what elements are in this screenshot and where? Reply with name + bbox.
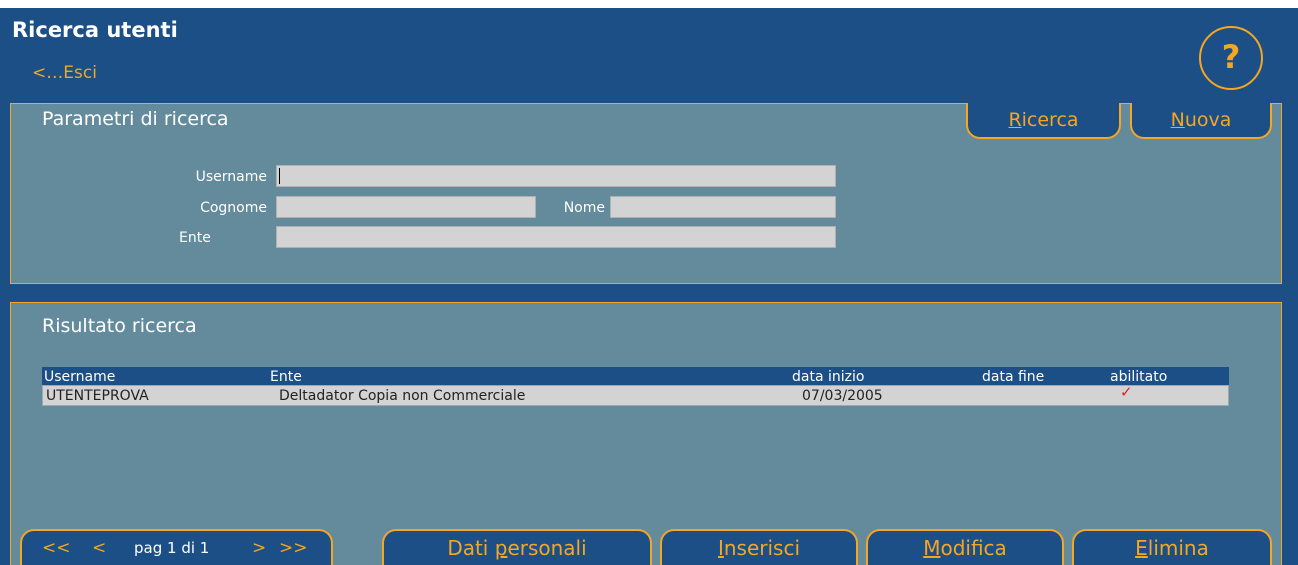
right-edge-strip (1282, 100, 1298, 565)
column-header-username[interactable]: Username (44, 367, 115, 387)
page-title: Ricerca utenti (12, 18, 178, 42)
search-panel-title: Parametri di ricerca (42, 108, 229, 130)
column-header-data-inizio[interactable]: data inizio (792, 367, 864, 387)
next-page-button[interactable]: > (252, 531, 266, 565)
column-header-ente[interactable]: Ente (270, 367, 302, 387)
app-window: Ricerca utenti <…Esci ? Parametri di ric… (0, 0, 1298, 565)
tab-nuova[interactable]: Nuova (1130, 103, 1272, 139)
cognome-field[interactable] (276, 196, 536, 218)
modifica-label-end: odifica (940, 536, 1007, 560)
dati-personali-accesskey: p (494, 536, 508, 560)
elimina-button[interactable]: Elimina (1072, 529, 1272, 565)
username-field[interactable] (276, 165, 836, 187)
modifica-accesskey: M (923, 536, 941, 560)
check-icon: ✓ (1120, 383, 1133, 401)
tab-ricerca[interactable]: Ricerca (966, 103, 1121, 139)
dati-personali-button[interactable]: Dati personali (382, 529, 652, 565)
left-edge-strip (0, 100, 10, 565)
panel-separator (0, 284, 1298, 302)
cell-data-inizio: 07/03/2005 (802, 388, 883, 404)
elimina-accesskey: E (1135, 536, 1148, 560)
ente-field[interactable] (276, 226, 836, 248)
text-caret (279, 168, 280, 184)
tab-ricerca-label: icerca (1021, 109, 1079, 131)
results-panel-title: Risultato ricerca (42, 315, 197, 337)
last-page-button[interactable]: >> (279, 531, 308, 565)
dati-personali-label-start: Dati (447, 536, 495, 560)
tab-nuova-accesskey: N (1170, 109, 1185, 131)
results-panel: Risultato ricerca (10, 302, 1282, 565)
column-header-data-fine[interactable]: data fine (982, 367, 1044, 387)
tab-ricerca-accesskey: R (1008, 109, 1022, 131)
cell-ente: Deltadator Copia non Commerciale (279, 388, 526, 404)
elimina-label-end: limina (1147, 536, 1209, 560)
ente-label: Ente (179, 230, 211, 246)
nome-field[interactable] (610, 196, 836, 218)
help-icon[interactable]: ? (1199, 26, 1263, 90)
first-page-button[interactable]: << (42, 531, 71, 565)
tab-nuova-label: uova (1184, 109, 1232, 131)
previous-page-button[interactable]: < (92, 531, 106, 565)
cell-username: UTENTEPROVA (46, 388, 149, 404)
modifica-button[interactable]: Modifica (866, 529, 1064, 565)
inserisci-label-end: nserisci (723, 536, 801, 560)
page-indicator: pag 1 di 1 (134, 539, 210, 557)
dati-personali-label-end: ersonali (507, 536, 587, 560)
exit-link[interactable]: <…Esci (32, 63, 97, 83)
username-label: Username (195, 169, 267, 185)
cognome-label: Cognome (200, 200, 267, 216)
table-row[interactable]: UTENTEPROVA Deltadator Copia non Commerc… (42, 383, 1229, 406)
column-header-abilitato[interactable]: abilitato (1110, 367, 1167, 387)
results-table-header: Username Ente data inizio data fine abil… (42, 367, 1229, 385)
inserisci-button[interactable]: Inserisci (660, 529, 858, 565)
pager: << < pag 1 di 1 > >> (20, 529, 333, 565)
header-bar: Ricerca utenti <…Esci ? (0, 8, 1298, 100)
nome-label: Nome (563, 200, 605, 216)
